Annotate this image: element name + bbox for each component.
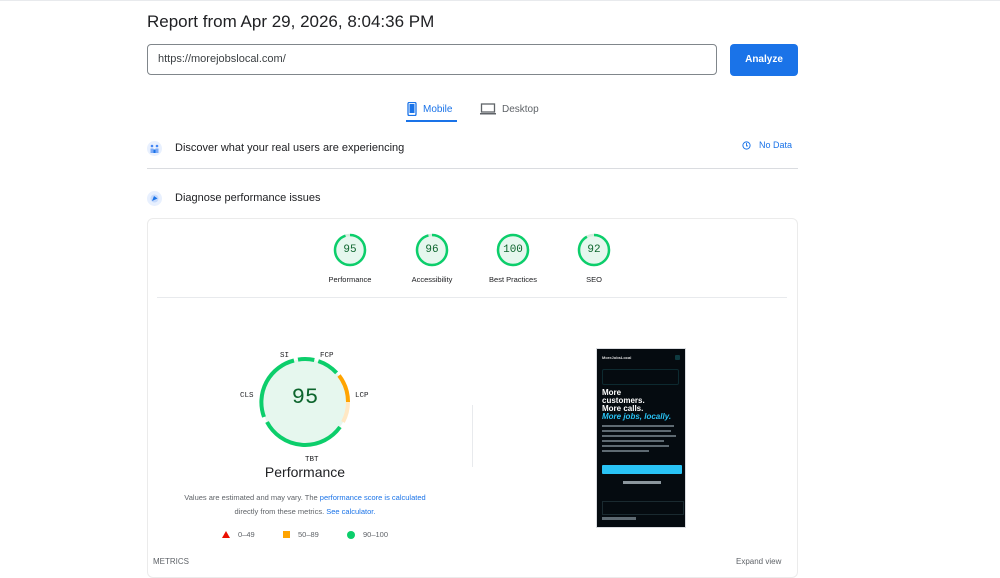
screenshot-stats-card bbox=[602, 501, 684, 515]
legend-average: 50–89 bbox=[283, 530, 319, 539]
gauge-ring: 96 bbox=[415, 233, 449, 267]
gauge-ring: 92 bbox=[577, 233, 611, 267]
field-data-section: Discover what your real users are experi… bbox=[147, 136, 798, 160]
no-data-link[interactable]: No Data bbox=[742, 140, 792, 150]
metric-label-fcp[interactable]: FCP bbox=[320, 352, 334, 360]
note-middle: directly from these metrics. bbox=[234, 507, 325, 516]
gauge-label: Performance bbox=[328, 275, 372, 284]
category-gauge-performance[interactable]: 95 Performance bbox=[310, 233, 390, 284]
legend-fail-label: 0–49 bbox=[238, 530, 255, 539]
gauge-label: Best Practices bbox=[489, 275, 537, 284]
analyze-button[interactable]: Analyze bbox=[730, 44, 798, 76]
category-gauge-best-practices[interactable]: 100 Best Practices bbox=[473, 233, 553, 284]
info-icon bbox=[742, 140, 751, 150]
card-divider bbox=[157, 297, 787, 298]
screenshot-body-text bbox=[602, 425, 680, 455]
mobile-phone-icon bbox=[407, 102, 417, 116]
screenshot-secondary-link bbox=[623, 481, 661, 484]
performance-score: 95 bbox=[291, 385, 319, 410]
metric-label-si[interactable]: SI bbox=[280, 352, 289, 360]
screenshot-footer bbox=[602, 517, 636, 520]
crux-users-icon bbox=[147, 140, 162, 156]
lab-data-section: Diagnose performance issues bbox=[147, 186, 798, 210]
top-border bbox=[0, 0, 1000, 1]
screenshot-menu-icon bbox=[675, 355, 680, 360]
final-screenshot[interactable]: MoreJobsLocal More customers. More calls… bbox=[596, 348, 686, 528]
gauge-score: 96 bbox=[425, 244, 439, 256]
performance-title: Performance bbox=[264, 464, 346, 480]
category-gauge-accessibility[interactable]: 96 Accessibility bbox=[392, 233, 472, 284]
gauge-label: SEO bbox=[586, 275, 602, 284]
lighthouse-icon bbox=[147, 190, 162, 206]
score-note: Values are estimated and may vary. The p… bbox=[160, 491, 450, 519]
square-icon bbox=[283, 531, 290, 538]
gauge-score: 92 bbox=[587, 244, 601, 256]
lab-data-heading: Diagnose performance issues bbox=[175, 192, 321, 204]
subline-line: More jobs, bbox=[602, 412, 643, 421]
si-arc bbox=[297, 357, 315, 362]
legend-pass-label: 90–100 bbox=[363, 530, 389, 539]
screenshot-cta-button bbox=[602, 465, 682, 474]
section-divider bbox=[147, 168, 798, 169]
screenshot-subline: More jobs, locally. bbox=[602, 413, 671, 421]
calculator-link[interactable]: See calculator. bbox=[326, 507, 375, 516]
legend-pass: 90–100 bbox=[347, 530, 388, 539]
no-data-label: No Data bbox=[759, 140, 793, 150]
metric-label-cls[interactable]: CLS bbox=[240, 392, 254, 400]
screenshot-headline: More customers. More calls. bbox=[602, 389, 645, 413]
report-title: Report from Apr 29, 2026, 8:04:36 PM bbox=[147, 12, 435, 31]
url-input[interactable]: https://morejobslocal.com/ bbox=[147, 44, 717, 75]
subline-line: locally. bbox=[644, 412, 672, 421]
tab-desktop[interactable]: Desktop bbox=[480, 96, 539, 122]
circle-icon bbox=[347, 530, 355, 539]
active-tab-indicator bbox=[406, 120, 457, 122]
legend-average-label: 50–89 bbox=[298, 530, 319, 539]
tab-mobile[interactable]: Mobile bbox=[407, 96, 452, 122]
gauge-ring: 100 bbox=[496, 233, 530, 267]
gauge-ring: 95 bbox=[333, 233, 367, 267]
tab-mobile-label: Mobile bbox=[423, 103, 453, 115]
field-data-heading: Discover what your real users are experi… bbox=[175, 142, 405, 154]
gauge-label: Accessibility bbox=[411, 275, 453, 284]
screenshot-tag bbox=[602, 369, 679, 385]
gauge-score: 95 bbox=[343, 244, 357, 256]
screenshot-logo: MoreJobsLocal bbox=[602, 355, 632, 360]
category-gauge-seo[interactable]: 92 SEO bbox=[554, 233, 634, 284]
triangle-icon bbox=[222, 531, 230, 538]
tab-desktop-label: Desktop bbox=[502, 103, 539, 115]
legend-fail: 0–49 bbox=[222, 530, 255, 539]
note-prefix: Values are estimated and may vary. The bbox=[184, 493, 318, 502]
metric-label-lcp[interactable]: LCP bbox=[355, 392, 369, 400]
vertical-separator bbox=[472, 405, 473, 467]
desktop-monitor-icon bbox=[480, 103, 496, 115]
gauge-score: 100 bbox=[503, 244, 523, 256]
metric-label-tbt[interactable]: TBT bbox=[305, 456, 319, 464]
score-calculated-link[interactable]: performance score is calculated bbox=[320, 493, 426, 502]
